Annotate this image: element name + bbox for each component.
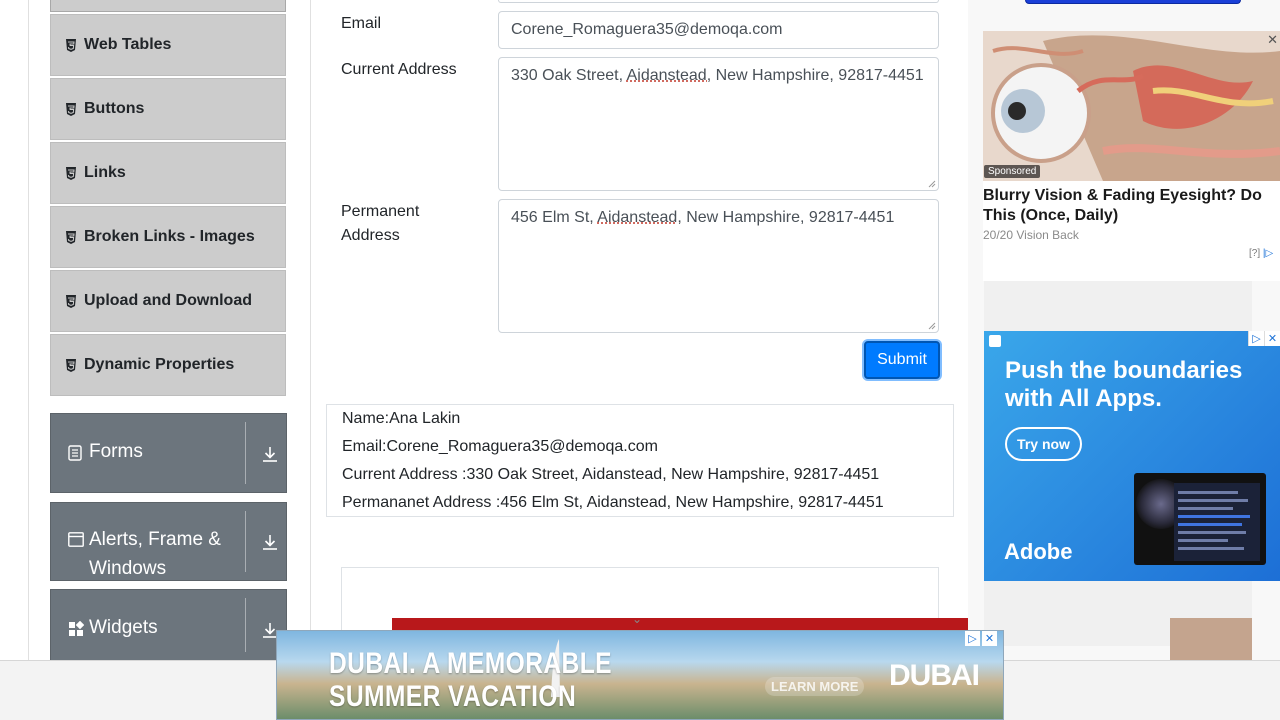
sponsored-ad-card[interactable]: Sponsored ✕ Blurry Vision & Fading Eyesi…	[983, 31, 1280, 281]
group-label-line1: Alerts, Frame &	[89, 529, 221, 550]
sidebar-item-label: Dynamic Properties	[84, 356, 235, 373]
group-divider	[245, 422, 246, 484]
output-box: Name:Ana Lakin Email:Corene_Romaguera35@…	[326, 404, 954, 517]
top-ad-button-edge[interactable]	[1025, 0, 1241, 4]
resize-grip-icon[interactable]	[928, 180, 936, 188]
output-name: Name:Ana Lakin	[342, 410, 461, 427]
html5-icon	[65, 166, 77, 180]
sidebar-item-broken-links[interactable]: Broken Links - Images	[50, 206, 286, 268]
shield-icon	[989, 335, 1001, 347]
widgets-icon	[68, 620, 85, 642]
ad-corner-controls: ▷ ✕	[965, 631, 997, 646]
learn-more-button[interactable]: LEARN MORE	[765, 677, 865, 696]
ad-headline[interactable]: Blurry Vision & Fading Eyesight? Do This…	[983, 186, 1278, 226]
adchoices-icon[interactable]: ▷	[965, 631, 980, 646]
permanent-address-label-line2: Address	[341, 227, 400, 244]
dubai-headline: DUBAI. A MEMORABLE SUMMER VACATION	[329, 647, 612, 713]
sidebar-item-dynamic-properties[interactable]: Dynamic Properties	[50, 334, 286, 396]
dubai-logo: DUBAI	[889, 659, 980, 692]
sidebar-item-previous[interactable]	[50, 0, 286, 12]
transcript-line	[1178, 507, 1233, 510]
sidebar-item-links[interactable]: Links	[50, 142, 286, 204]
sidebar-item-label: Links	[84, 164, 126, 181]
close-icon[interactable]: ✕	[1267, 33, 1278, 46]
try-now-button[interactable]: Try now	[1005, 427, 1082, 461]
group-header-widgets[interactable]: Widgets	[50, 589, 287, 660]
html5-icon	[65, 230, 77, 244]
dubai-ad-banner[interactable]: DUBAI. A MEMORABLE SUMMER VACATION LEARN…	[276, 630, 1004, 720]
sidebar-divider-left	[28, 0, 29, 660]
html5-icon	[65, 102, 77, 116]
sidebar-item-label: Buttons	[84, 100, 145, 117]
dubai-headline-line1: DUBAI. A MEMORABLE	[329, 647, 612, 680]
group-label: Forms	[89, 441, 143, 462]
permanent-address-part: 456 Elm St,	[511, 209, 598, 226]
close-icon[interactable]: ✕	[1264, 331, 1280, 346]
ad-source: 20/20 Vision Back	[983, 228, 1079, 242]
group-header-forms[interactable]: Forms	[50, 413, 287, 493]
sponsored-tag: Sponsored	[984, 165, 1041, 178]
window-icon	[68, 532, 84, 552]
close-icon[interactable]: ✕	[982, 631, 997, 646]
document-icon	[68, 445, 82, 466]
resize-grip-icon[interactable]	[928, 322, 936, 330]
permanent-address-label-line1: Permanent	[341, 203, 420, 220]
email-field[interactable]: Corene_Romaguera35@demoqa.com	[498, 11, 939, 49]
sidebar-item-web-tables[interactable]: Web Tables	[50, 14, 286, 76]
html5-icon	[65, 38, 77, 52]
transcript-line	[1178, 539, 1228, 542]
previous-input-edge[interactable]	[498, 0, 939, 3]
page: Web Tables Buttons Links Broken Links - …	[0, 0, 1280, 720]
sidebar-item-label: Web Tables	[84, 36, 172, 53]
submit-button[interactable]: Submit	[864, 341, 940, 379]
current-address-part: 330 Oak Street,	[511, 67, 627, 84]
chevron-down-icon[interactable]: ⌄	[632, 612, 642, 626]
sidebar-item-upload-download[interactable]: Upload and Download	[50, 270, 286, 332]
ad-info-text: [?]	[1249, 248, 1261, 259]
group-divider	[245, 511, 246, 572]
sidebar-divider-right	[310, 0, 311, 660]
transcript-line	[1178, 491, 1238, 494]
group-label: Widgets	[89, 617, 158, 638]
eye-anatomy-image	[983, 31, 1280, 181]
permanent-address-city: Aidanstead	[597, 209, 678, 226]
current-address-label: Current Address	[341, 61, 457, 78]
group-label-line2: Windows	[89, 558, 167, 579]
output-permanent-address: Permananet Address :456 Elm St, Aidanste…	[342, 494, 884, 511]
person-ad-image[interactable]	[1170, 618, 1252, 660]
adchoices-icon[interactable]: ▷	[1248, 331, 1264, 346]
adobe-ad-banner[interactable]: ▷ ✕ Push the boundaries with All Apps. T…	[984, 331, 1280, 581]
current-address-city: Aidanstead,	[626, 67, 712, 84]
transcript-line	[1178, 531, 1246, 534]
transcript-line-highlight	[1178, 523, 1242, 526]
email-label: Email	[341, 15, 382, 32]
ad-info-link[interactable]: [?] |▷	[1249, 248, 1273, 259]
transcript-line	[1178, 499, 1248, 502]
dubai-headline-line2: SUMMER VACATION	[329, 680, 577, 713]
sidebar-item-buttons[interactable]: Buttons	[50, 78, 286, 140]
group-divider	[245, 598, 246, 652]
adobe-screen-image	[1134, 473, 1266, 565]
output-email: Email:Corene_Romaguera35@demoqa.com	[342, 438, 658, 455]
sidebar-item-label: Broken Links - Images	[84, 228, 255, 245]
download-arrow-icon[interactable]	[261, 445, 279, 468]
current-address-part: New Hampshire, 92817-4451	[711, 67, 924, 84]
adobe-headline: Push the boundaries with All Apps.	[1005, 357, 1243, 412]
sidebar-item-label: Upload and Download	[84, 292, 252, 309]
download-arrow-icon[interactable]	[261, 533, 279, 556]
transcript-line-highlight	[1178, 515, 1250, 518]
permanent-address-part: , New Hampshire, 92817-4451	[677, 209, 895, 226]
group-header-alerts-frame-windows[interactable]: Alerts, Frame & Windows	[50, 502, 287, 581]
output-current-address: Current Address :330 Oak Street, Aidanst…	[342, 466, 880, 483]
current-address-textarea[interactable]: 330 Oak Street, Aidanstead, New Hampshir…	[498, 57, 939, 191]
html5-icon	[65, 294, 77, 308]
adchoices-icon[interactable]: |▷	[1263, 248, 1273, 259]
adobe-logo: Adobe	[1004, 539, 1073, 564]
email-value: Corene_Romaguera35@demoqa.com	[511, 21, 783, 38]
transcript-line	[1178, 547, 1244, 550]
html5-icon	[65, 358, 77, 372]
ad-corner-controls: ▷ ✕	[1248, 331, 1280, 346]
permanent-address-textarea[interactable]: 456 Elm St, Aidanstead, New Hampshire, 9…	[498, 199, 939, 333]
